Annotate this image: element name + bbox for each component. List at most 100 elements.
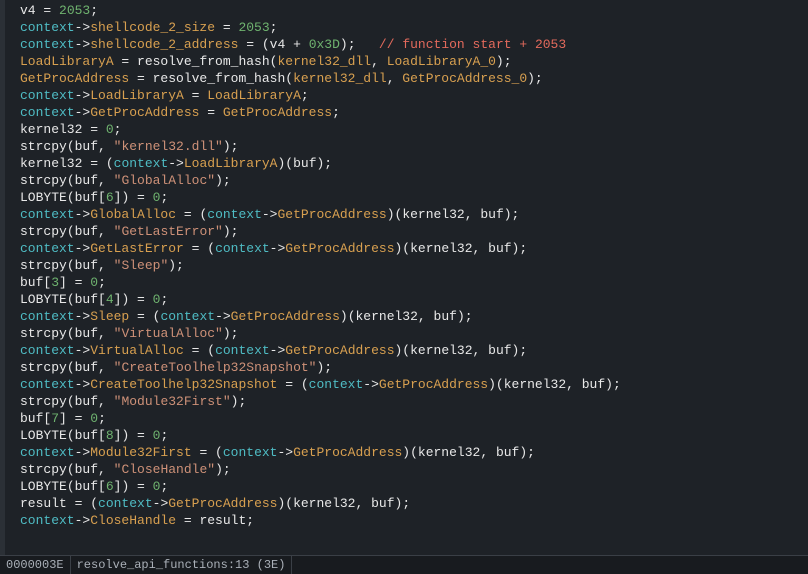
token-punct: =: [36, 3, 59, 18]
code-line[interactable]: strcpy(buf, "CloseHandle");: [10, 461, 808, 478]
token-punct: ,: [356, 496, 372, 511]
token-num: 2053: [59, 3, 90, 18]
code-line[interactable]: strcpy(buf, "GlobalAlloc");: [10, 172, 808, 189]
code-line[interactable]: context->GetLastError = (context->GetPro…: [10, 240, 808, 257]
code-line[interactable]: context->Module32First = (context->GetPr…: [10, 444, 808, 461]
code-line[interactable]: LOBYTE(buf[6]) = 0;: [10, 189, 808, 206]
token-punct: =: [184, 88, 207, 103]
code-line[interactable]: context->Sleep = (context->GetProcAddres…: [10, 308, 808, 325]
code-line[interactable]: LOBYTE(buf[4]) = 0;: [10, 291, 808, 308]
code-line[interactable]: v4 = 2053;: [10, 2, 808, 19]
token-global: kernel32_dll: [277, 54, 371, 69]
code-line[interactable]: context->LoadLibraryA = LoadLibraryA;: [10, 87, 808, 104]
token-type: context: [20, 309, 75, 324]
token-type: context: [20, 207, 75, 222]
token-punct: ]) =: [114, 479, 153, 494]
token-type: context: [207, 207, 262, 222]
token-ident: resolve_from_hash: [153, 71, 286, 86]
code-line[interactable]: kernel32 = 0;: [10, 121, 808, 138]
status-address: 0000003E: [0, 556, 71, 574]
token-punct: ,: [480, 445, 496, 460]
token-type: context: [215, 343, 270, 358]
token-punct: );: [340, 37, 379, 52]
code-line[interactable]: strcpy(buf, "Module32First");: [10, 393, 808, 410]
code-line[interactable]: LOBYTE(buf[6]) = 0;: [10, 478, 808, 495]
code-line[interactable]: context->CreateToolhelp32Snapshot = (con…: [10, 376, 808, 393]
token-punct: [: [98, 292, 106, 307]
token-punct: ] =: [59, 275, 90, 290]
token-ident: buf: [488, 241, 511, 256]
token-ident: buf: [75, 326, 98, 341]
token-punct: ->: [75, 377, 91, 392]
code-line[interactable]: context->CloseHandle = result;: [10, 512, 808, 529]
token-punct: );: [395, 496, 411, 511]
code-line[interactable]: context->GlobalAlloc = (context->GetProc…: [10, 206, 808, 223]
token-punct: = (: [82, 156, 113, 171]
token-punct: (: [67, 139, 75, 154]
code-line[interactable]: strcpy(buf, "kernel32.dll");: [10, 138, 808, 155]
token-punct: ->: [363, 377, 379, 392]
token-punct: ,: [98, 139, 114, 154]
token-num: 2053: [238, 20, 269, 35]
token-ident: buf: [75, 139, 98, 154]
code-editor[interactable]: v4 = 2053;context->shellcode_2_size = 20…: [0, 0, 808, 574]
token-ident: buf: [480, 207, 503, 222]
token-ident: kernel32: [293, 496, 355, 511]
code-line[interactable]: kernel32 = (context->LoadLibraryA)(buf);: [10, 155, 808, 172]
token-field: LoadLibraryA: [90, 88, 184, 103]
token-type: context: [309, 377, 364, 392]
code-line[interactable]: strcpy(buf, "Sleep");: [10, 257, 808, 274]
code-line[interactable]: buf[7] = 0;: [10, 410, 808, 427]
token-field: shellcode_2_address: [90, 37, 238, 52]
token-comment: // function start + 2053: [379, 37, 566, 52]
token-num: 4: [106, 292, 114, 307]
code-line[interactable]: context->shellcode_2_address = (v4 + 0x3…: [10, 36, 808, 53]
token-field: GetProcAddress: [231, 309, 340, 324]
token-punct: );: [317, 156, 333, 171]
token-punct: = (: [184, 343, 215, 358]
token-global: GetProcAddress: [20, 71, 129, 86]
token-punct: (: [67, 224, 75, 239]
token-type: context: [215, 241, 270, 256]
code-line[interactable]: LOBYTE(buf[8]) = 0;: [10, 427, 808, 444]
token-global: LoadLibraryA: [207, 88, 301, 103]
token-punct: ,: [371, 54, 387, 69]
token-punct: ->: [168, 156, 184, 171]
code-line[interactable]: LoadLibraryA = resolve_from_hash(kernel3…: [10, 53, 808, 70]
token-punct: ] =: [59, 411, 90, 426]
token-ident: buf: [75, 462, 98, 477]
token-num: 0x3D: [309, 37, 340, 52]
token-str: "Sleep": [114, 258, 169, 273]
code-line[interactable]: strcpy(buf, "VirtualAlloc");: [10, 325, 808, 342]
code-line[interactable]: buf[3] = 0;: [10, 274, 808, 291]
code-line[interactable]: result = (context->GetProcAddress)(kerne…: [10, 495, 808, 512]
token-punct: =: [215, 20, 238, 35]
token-type: context: [98, 496, 153, 511]
code-line[interactable]: GetProcAddress = resolve_from_hash(kerne…: [10, 70, 808, 87]
token-punct: (: [67, 479, 75, 494]
token-ident: strcpy: [20, 224, 67, 239]
token-punct: )(: [402, 445, 418, 460]
code-line[interactable]: strcpy(buf, "CreateToolhelp32Snapshot");: [10, 359, 808, 376]
code-line[interactable]: context->shellcode_2_size = 2053;: [10, 19, 808, 36]
token-ident: buf: [75, 479, 98, 494]
code-line[interactable]: strcpy(buf, "GetLastError");: [10, 223, 808, 240]
token-ident: buf: [20, 275, 43, 290]
code-area[interactable]: v4 = 2053;context->shellcode_2_size = 20…: [0, 0, 808, 557]
token-str: "VirtualAlloc": [114, 326, 223, 341]
token-ident: LOBYTE: [20, 292, 67, 307]
token-str: "Module32First": [114, 394, 231, 409]
token-punct: ->: [75, 20, 91, 35]
token-punct: (: [67, 190, 75, 205]
code-line[interactable]: context->GetProcAddress = GetProcAddress…: [10, 104, 808, 121]
token-field: shellcode_2_size: [90, 20, 215, 35]
token-global: kernel32_dll: [293, 71, 387, 86]
token-punct: );: [168, 258, 184, 273]
token-ident: buf: [496, 445, 519, 460]
code-line[interactable]: context->VirtualAlloc = (context->GetPro…: [10, 342, 808, 359]
token-punct: ,: [98, 360, 114, 375]
token-punct: );: [527, 71, 543, 86]
token-ident: LOBYTE: [20, 479, 67, 494]
token-punct: ->: [270, 241, 286, 256]
token-punct: ;: [114, 122, 122, 137]
